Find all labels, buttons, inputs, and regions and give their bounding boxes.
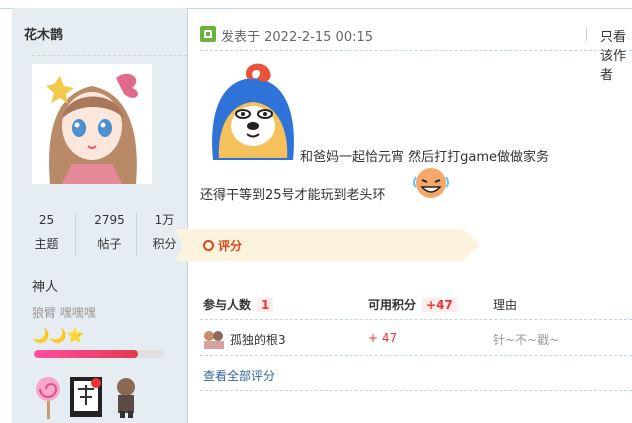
post-time: 发表于 2022-2-15 00:15	[221, 30, 374, 45]
view-all-ratings-link[interactable]: 查看全部评分	[203, 367, 275, 384]
rating-ring-icon	[203, 240, 214, 251]
stat-divider	[136, 212, 137, 256]
mahjong-medal-icon[interactable]	[68, 375, 104, 419]
stat-label: 主题	[34, 237, 59, 251]
col-participants: 参与人数 1	[203, 296, 274, 313]
rating-banner: 评分	[175, 229, 480, 261]
rating-title: 评分	[218, 239, 243, 253]
col-reason: 理由	[493, 298, 518, 312]
col-points-label: 可用积分	[368, 298, 417, 312]
avatar[interactable]	[32, 64, 152, 184]
stat-value: 25	[38, 213, 55, 227]
sidebar-divider	[32, 55, 187, 56]
post-text-line: 还得干等到25号才能玩到老头环	[200, 188, 386, 203]
user-stats: 25 主题 2795 帖子 1万 积分	[24, 210, 177, 262]
post-text-line: 和爸妈一起恰元宵 然后打打game做做家务	[300, 150, 550, 165]
custom-title: 狼臂 嘿嘿嘿	[32, 306, 96, 320]
rating-banner-tail	[463, 229, 480, 261]
crying-laugh-emoticon-icon	[413, 168, 449, 198]
level-progress-bar	[34, 350, 164, 358]
stat-divider	[75, 212, 76, 256]
rating-banner-notch	[175, 229, 183, 261]
doge-emoticon-icon	[212, 63, 294, 160]
stat-label: 帖子	[97, 237, 122, 251]
rater-avatar-icon	[204, 331, 224, 349]
post-header: 发表于 2022-2-15 00:15 只看该作者	[200, 14, 632, 83]
avatar-image	[32, 64, 152, 184]
col-points: 可用积分 +47	[368, 296, 457, 313]
points-total: +47	[422, 298, 457, 312]
level-progress-fill	[34, 350, 138, 358]
author-sidebar: 花木鹊 25 主题 2795 帖子 1万 积分 神人 狼臂 嘿嘿嘿 🌙🌙⭐	[12, 8, 188, 423]
online-status-icon	[200, 26, 216, 42]
header-divider	[586, 27, 587, 41]
table-divider	[200, 390, 632, 391]
character-medal-icon[interactable]	[110, 375, 146, 419]
user-rank[interactable]: 神人	[32, 276, 58, 295]
participants-count: 1	[257, 298, 274, 312]
rater-name[interactable]: 孤独的根3	[230, 331, 286, 348]
stat-value: 2795	[94, 213, 125, 227]
stat-posts[interactable]: 2795 帖子	[87, 210, 132, 254]
col-participants-label: 参与人数	[203, 298, 252, 312]
table-divider	[200, 319, 632, 320]
lollipop-medal-icon[interactable]	[32, 375, 68, 419]
only-author-link[interactable]: 只看该作者	[600, 26, 632, 83]
rater-score: + 47	[368, 331, 398, 345]
level-stars-icon: 🌙🌙⭐	[32, 328, 85, 344]
stat-threads[interactable]: 25 主题	[24, 210, 69, 254]
rater-reason: 针~不~戳~	[493, 333, 560, 347]
stat-value: 1万	[154, 213, 175, 227]
table-divider	[200, 355, 632, 356]
author-name[interactable]: 花木鹊	[24, 24, 63, 43]
